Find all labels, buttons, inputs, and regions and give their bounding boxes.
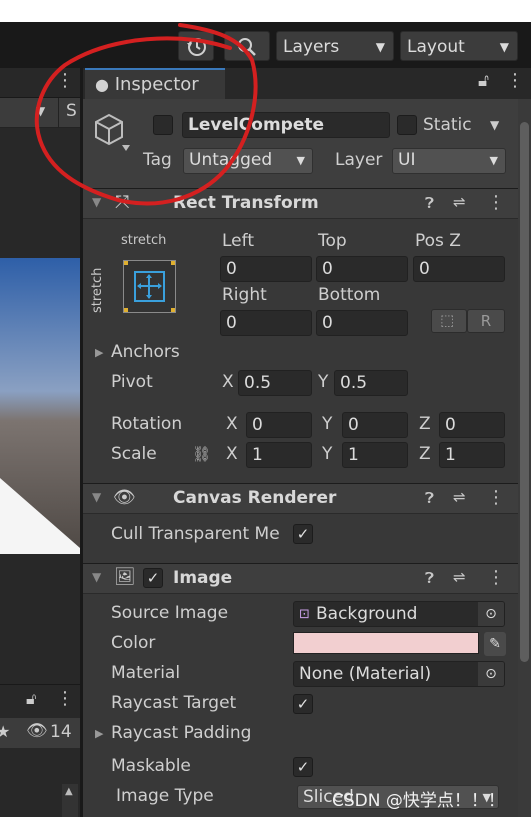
- red-annotation-circle: [34, 23, 258, 206]
